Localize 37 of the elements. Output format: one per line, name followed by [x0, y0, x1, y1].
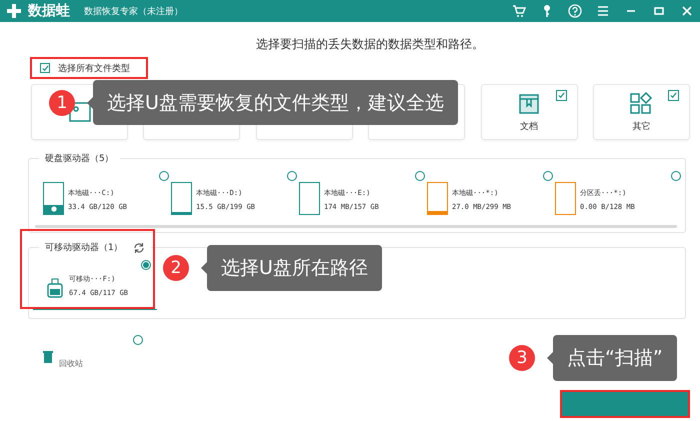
- drive-radio[interactable]: [543, 171, 553, 181]
- recycle-bin-radio[interactable]: [133, 335, 143, 345]
- drive-radio[interactable]: [415, 171, 425, 181]
- file-type-card[interactable]: 其它: [592, 84, 690, 140]
- select-all-checkbox[interactable]: [40, 63, 50, 73]
- help-icon[interactable]: [568, 4, 582, 18]
- drive-radio[interactable]: [159, 171, 169, 181]
- menu-icon[interactable]: [596, 4, 610, 18]
- callout-tooltip: 点击“扫描”: [553, 335, 677, 381]
- file-type-label: 文档: [520, 120, 538, 132]
- callout-tooltip: 选择U盘所在路径: [207, 245, 382, 291]
- file-type-checkbox[interactable]: [668, 90, 679, 101]
- file-type-checkbox[interactable]: [556, 90, 567, 101]
- document-icon: [517, 92, 542, 116]
- step-number: 3: [509, 345, 535, 371]
- cart-icon[interactable]: [512, 4, 526, 18]
- trash-icon: [43, 350, 53, 363]
- callout-tooltip: 选择U盘需要恢复的文件类型，建议全选: [93, 80, 458, 125]
- file-type-label: 其它: [632, 120, 650, 132]
- maximize-icon[interactable]: [652, 4, 666, 18]
- drive-radio[interactable]: [671, 171, 681, 181]
- recycle-bin-label: 回收站: [59, 358, 83, 369]
- group-title: 可移动驱动器（1）: [45, 242, 123, 254]
- step-number: 2: [163, 255, 189, 281]
- group-title: 硬盘驱动器（5）: [45, 152, 114, 165]
- usb-drive-icon: [47, 278, 63, 298]
- select-all-label: 选择所有文件类型: [58, 62, 130, 74]
- app-name: 数据蛙: [28, 2, 70, 20]
- refresh-icon[interactable]: [132, 242, 145, 254]
- drive-radio[interactable]: [141, 260, 151, 270]
- drive-radio[interactable]: [287, 171, 297, 181]
- window-title: 数据恢复专家（未注册）: [84, 6, 184, 18]
- shapes-icon: [629, 92, 654, 116]
- instruction-text: 选择要扫描的丢失数据的数据类型和路径。: [255, 36, 485, 53]
- close-icon[interactable]: [680, 4, 694, 18]
- step-number: 1: [49, 90, 75, 116]
- file-type-card[interactable]: 文档: [480, 84, 578, 140]
